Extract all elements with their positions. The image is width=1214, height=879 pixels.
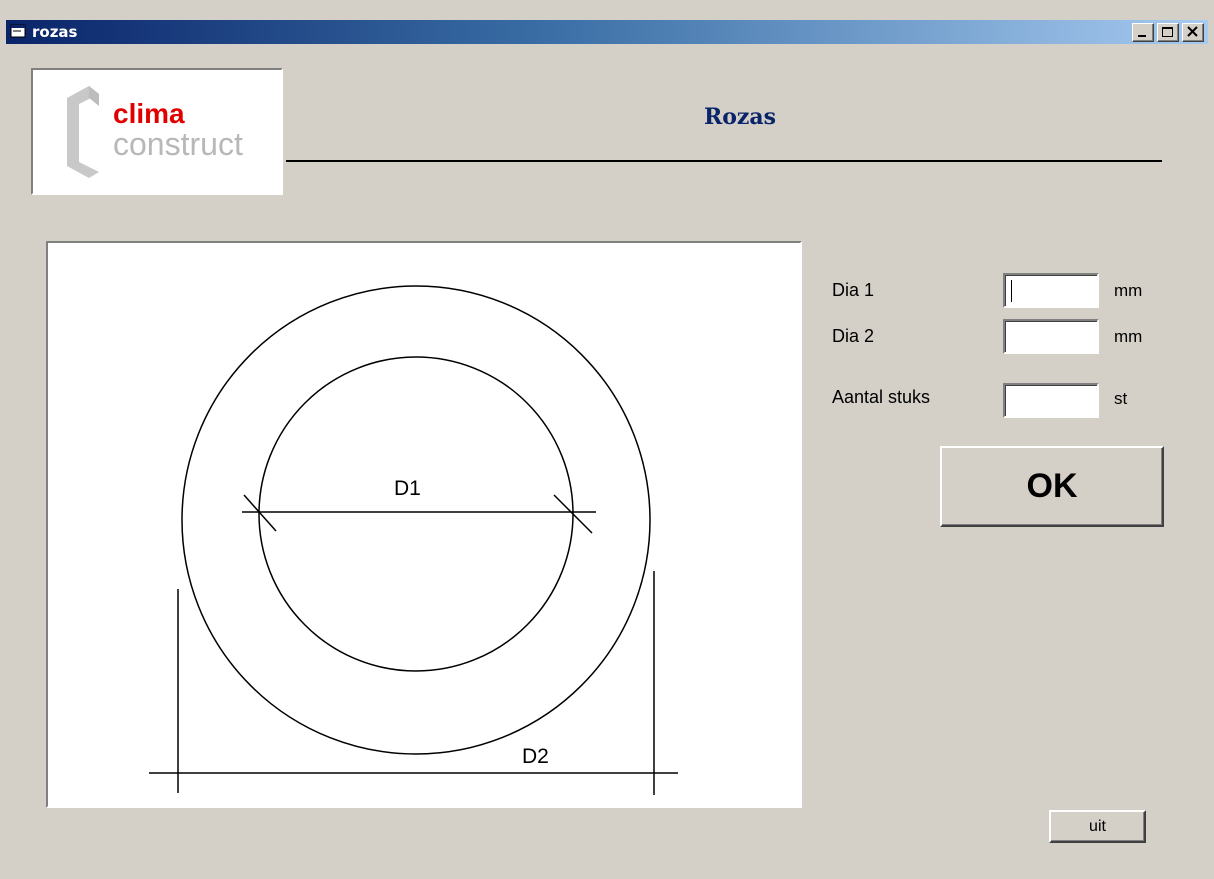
count-unit: st — [1114, 389, 1128, 408]
d1-label: D1 — [394, 477, 421, 500]
dia1-input[interactable] — [1003, 273, 1099, 308]
logo-bracket-icon — [67, 86, 99, 178]
dia1-unit: mm — [1114, 281, 1143, 300]
app-window-icon — [10, 24, 26, 38]
title-bar[interactable]: rozas — [6, 20, 1208, 44]
pipe-diagram: D1 D2 — [46, 241, 802, 808]
ok-button[interactable]: OK — [940, 446, 1164, 527]
close-button[interactable] — [1182, 23, 1204, 42]
page-title: Rozas — [703, 104, 777, 130]
exit-button[interactable]: uit — [1049, 810, 1146, 843]
maximize-icon — [1162, 27, 1173, 37]
dia2-label: Dia 2 — [832, 326, 875, 346]
count-label: Aantal stuks — [832, 387, 931, 407]
dia2-unit: mm — [1114, 327, 1143, 346]
count-input[interactable] — [1003, 383, 1099, 418]
dia2-input[interactable] — [1003, 319, 1099, 354]
logo-text-construct: construct — [113, 126, 243, 162]
d2-label: D2 — [522, 745, 549, 768]
dia1-label: Dia 1 — [832, 280, 875, 300]
window-title: rozas — [32, 23, 78, 41]
app-window: rozas clima construct Rozas D1 D2 Dia 1 … — [0, 0, 1214, 879]
company-logo: clima construct — [31, 68, 283, 195]
minimize-icon — [1138, 35, 1146, 37]
inner-circle — [258, 356, 574, 672]
maximize-button[interactable] — [1157, 23, 1179, 42]
close-icon — [1187, 26, 1198, 37]
minimize-button[interactable] — [1132, 23, 1154, 42]
title-divider — [286, 160, 1162, 162]
text-cursor — [1011, 280, 1012, 302]
